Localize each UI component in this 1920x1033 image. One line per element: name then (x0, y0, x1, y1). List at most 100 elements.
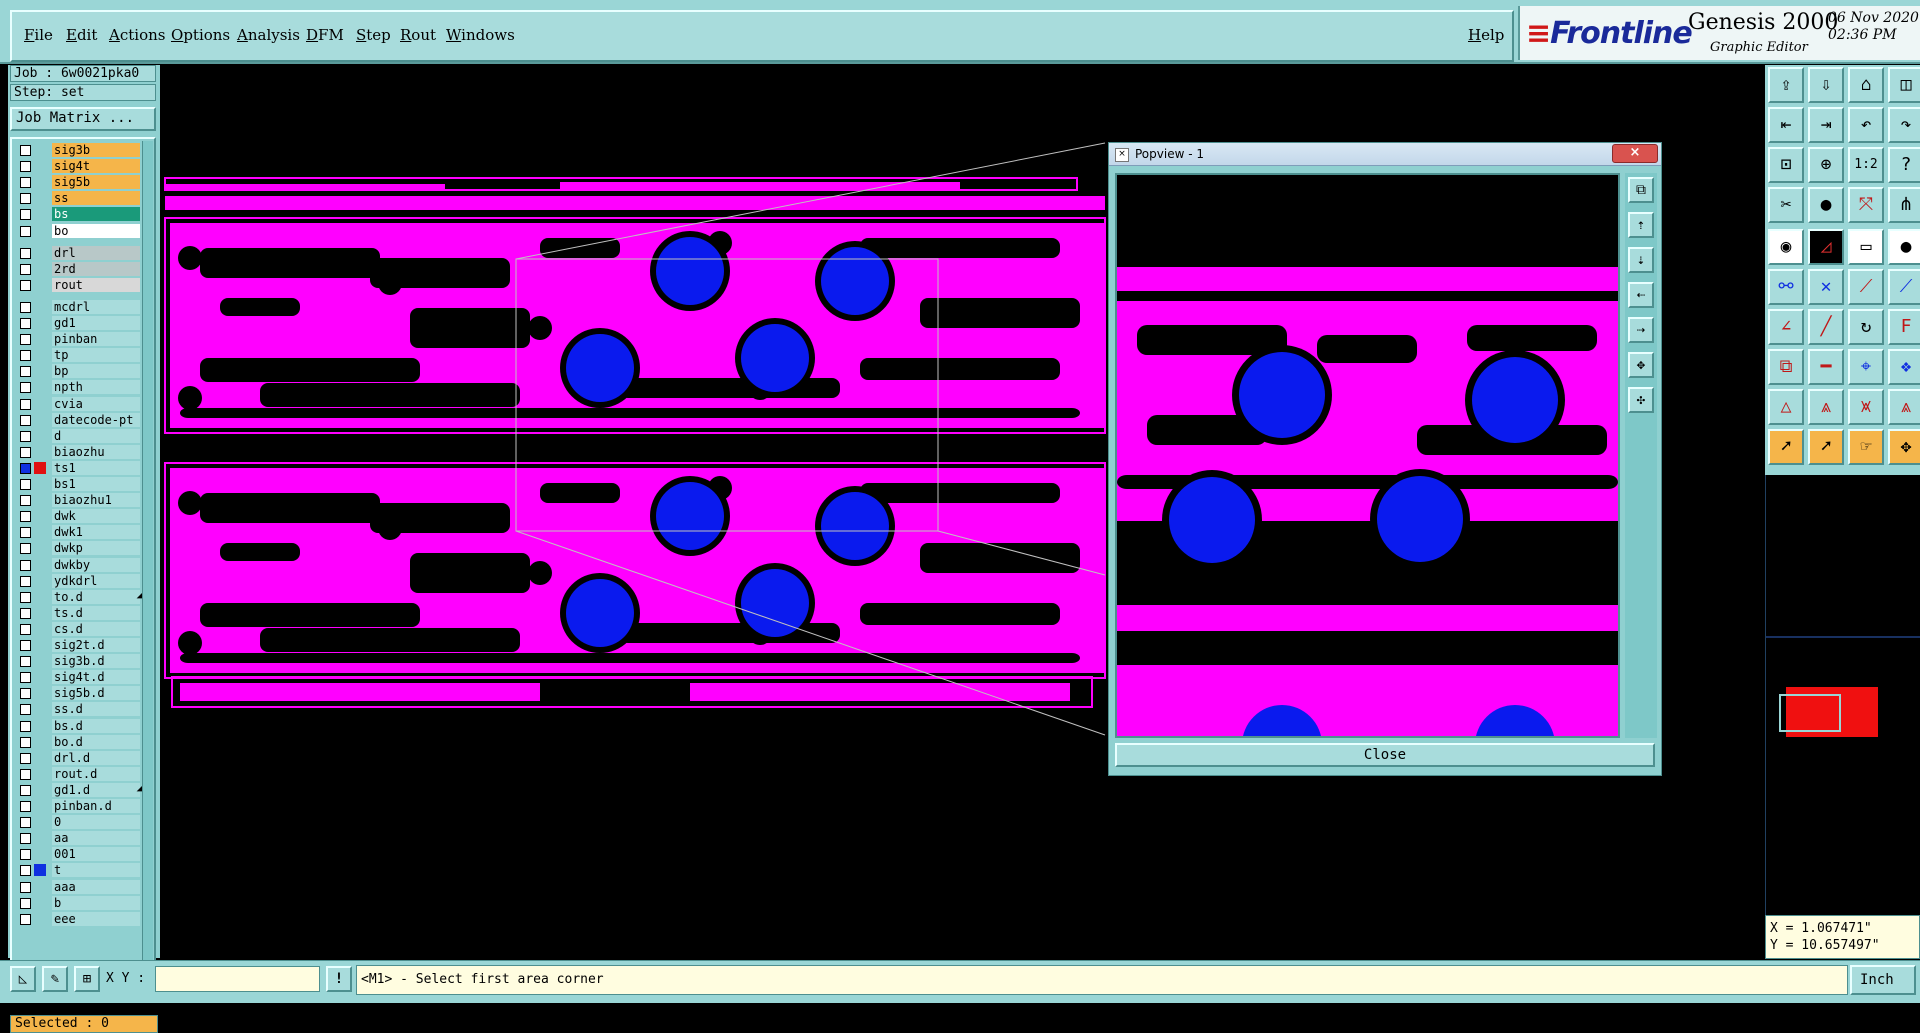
layer-row[interactable]: sig3b (18, 143, 140, 158)
zoom-icon[interactable]: ⊕ (1808, 147, 1844, 183)
select-hand-icon[interactable]: ☞ (1848, 429, 1884, 465)
layer-row[interactable]: npth (18, 380, 140, 395)
layer-scrollbar[interactable] (142, 141, 153, 991)
layer-checkbox[interactable] (20, 479, 31, 490)
layer-row[interactable]: ts.d (18, 605, 140, 621)
layer-checkbox[interactable] (20, 193, 31, 205)
export-icon[interactable]: ⇥ (1808, 107, 1844, 143)
layer-checkbox[interactable] (20, 145, 31, 156)
layer-row[interactable]: ss (18, 191, 140, 206)
layer-checkbox[interactable] (20, 607, 31, 619)
menu-edit[interactable]: Edit (66, 26, 97, 44)
overview-map[interactable] (1765, 475, 1920, 915)
layer-row[interactable]: mcdrl (18, 299, 140, 315)
menu-file[interactable]: File (24, 26, 53, 44)
layer-row[interactable]: biaozhu1 (18, 493, 140, 508)
layer-checkbox[interactable] (20, 591, 31, 603)
group-icon[interactable]: ❖ (1888, 349, 1920, 385)
layer-checkbox[interactable] (20, 177, 31, 189)
layer-row[interactable]: ss.d (18, 702, 140, 717)
zoom-fit-icon[interactable]: ⧉ (1628, 177, 1654, 203)
layer-checkbox[interactable] (20, 161, 31, 173)
layer-checkbox[interactable] (20, 301, 31, 313)
layer-row[interactable]: bs.d (18, 718, 140, 734)
layer-checkbox[interactable] (20, 897, 31, 909)
import-icon[interactable]: ⇤ (1768, 107, 1804, 143)
menu-windows[interactable]: Windows (446, 26, 515, 44)
layer-checkbox[interactable] (20, 318, 31, 329)
layer-checkbox[interactable] (20, 849, 31, 861)
layer-row[interactable]: cvia (18, 396, 140, 412)
layer-row[interactable]: sig5b (18, 175, 140, 190)
connect-icon[interactable]: ⚯ (1768, 269, 1804, 305)
layer-row[interactable]: sig4t (18, 159, 140, 174)
layer-checkbox[interactable] (20, 575, 31, 587)
layer-checkbox[interactable] (20, 495, 31, 507)
layer-checkbox[interactable] (20, 559, 31, 571)
line-icon[interactable]: ⟋ (1848, 269, 1884, 305)
window-icon[interactable]: ◫ (1888, 67, 1920, 103)
layer-checkbox[interactable] (20, 263, 31, 275)
layer-checkbox[interactable] (20, 833, 31, 845)
peak-icon[interactable]: ⩓ (1808, 389, 1844, 425)
ruler-icon[interactable]: ▭ (1848, 229, 1884, 265)
grid-icon[interactable]: ⊞ (74, 966, 100, 992)
layer-row[interactable]: biaozhu (18, 444, 140, 460)
route-icon[interactable]: ⤧ (1848, 187, 1884, 223)
layer-row[interactable]: eee (18, 911, 140, 927)
layer-checkbox[interactable] (20, 350, 31, 362)
popview-titlebar[interactable]: × Popview - 1 × (1109, 143, 1661, 166)
layer-row[interactable]: 001 (18, 847, 140, 862)
select-arrow-icon[interactable]: ➚ (1768, 429, 1804, 465)
circle-icon[interactable]: ● (1888, 229, 1920, 265)
layer-checkbox[interactable] (20, 334, 31, 346)
pan-up-icon[interactable]: ⇡ (1628, 212, 1654, 238)
layer-row[interactable]: gd1 (18, 316, 140, 331)
pan-left-icon[interactable]: ⇠ (1628, 282, 1654, 308)
menu-actions[interactable]: Actions (109, 26, 165, 44)
layer-row[interactable]: aa (18, 831, 140, 846)
layer-checkbox[interactable] (20, 623, 31, 635)
grid-snap-icon[interactable]: ⌖ (1848, 349, 1884, 385)
zoom-in-icon[interactable]: ✣ (1628, 387, 1654, 413)
layer-row[interactable]: bs1 (18, 477, 140, 492)
layer-checkbox[interactable] (20, 209, 31, 221)
layer-checkbox[interactable] (20, 247, 31, 259)
open-icon[interactable]: ⇪ (1768, 67, 1804, 103)
info-icon[interactable]: ! (326, 966, 352, 992)
job-matrix-button[interactable]: Job Matrix ... (10, 107, 156, 131)
layer-checkbox[interactable] (20, 366, 31, 378)
pan-right-icon[interactable]: ⇢ (1628, 317, 1654, 343)
layer-row[interactable]: bo.d (18, 734, 140, 750)
dash-icon[interactable]: ━ (1808, 349, 1844, 385)
layer-checkbox[interactable] (20, 656, 31, 668)
fit-icon[interactable]: ⊡ (1768, 147, 1804, 183)
layer-row[interactable]: sig3b.d (18, 654, 140, 669)
layer-checkbox[interactable] (20, 913, 31, 925)
layer-checkbox[interactable] (20, 752, 31, 764)
layer-checkbox[interactable] (20, 398, 31, 410)
layer-checkbox[interactable] (20, 225, 31, 237)
pen-icon[interactable]: ✎ (42, 966, 68, 992)
polyline-icon[interactable]: ⟋ (1888, 269, 1920, 305)
layer-row[interactable]: datecode-pt (18, 412, 140, 428)
net-icon[interactable]: ⋔ (1888, 187, 1920, 223)
layer-checkbox[interactable] (20, 640, 31, 651)
layer-checkbox[interactable] (20, 736, 31, 748)
menu-dfm[interactable]: DFM (306, 26, 344, 44)
layer-checkbox[interactable] (20, 430, 31, 442)
home-icon[interactable]: ⌂ (1848, 67, 1884, 103)
move-icon[interactable]: ✥ (1888, 429, 1920, 465)
layer-checkbox[interactable] (20, 720, 31, 732)
layer-checkbox[interactable] (20, 784, 31, 796)
layer-row[interactable]: dwkby (18, 557, 140, 573)
layer-row[interactable]: aaa (18, 879, 140, 895)
layer-row[interactable]: pinban (18, 332, 140, 347)
layer-checkbox[interactable] (20, 382, 31, 394)
layer-row[interactable]: 0 (18, 815, 140, 830)
layer-row[interactable]: dwk1 (18, 525, 140, 540)
undo-icon[interactable]: ↶ (1848, 107, 1884, 143)
layer-row[interactable]: ydkdrl (18, 573, 140, 589)
popview-canvas[interactable] (1115, 173, 1620, 738)
angle-icon[interactable]: ∠ (1768, 309, 1804, 345)
